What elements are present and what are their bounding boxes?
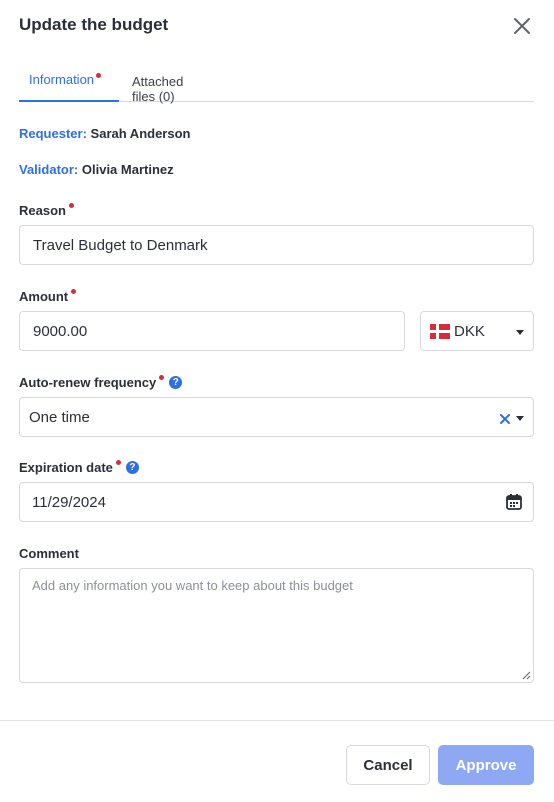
validator-name: Olivia Martinez — [81, 162, 174, 177]
validator-line: Validator: Olivia Martinez — [19, 162, 174, 177]
currency-value: DKK — [454, 323, 485, 340]
required-indicator — [71, 289, 77, 294]
close-icon — [514, 18, 530, 34]
required-indicator — [68, 203, 74, 208]
tab-information-label: Information — [29, 72, 95, 87]
auto-renew-label: Auto-renew frequency ? — [19, 375, 183, 390]
help-icon[interactable]: ? — [125, 461, 139, 474]
approve-button[interactable]: Approve — [438, 745, 534, 785]
tab-information[interactable]: Information — [19, 62, 119, 102]
amount-label-text: Amount — [19, 289, 69, 304]
expiration-label: Expiration date ? — [19, 460, 139, 475]
amount-value: 9000.00 — [33, 323, 88, 340]
chevron-down-icon — [516, 330, 524, 335]
comment-label-text: Comment — [19, 546, 79, 561]
calendar-icon[interactable] — [505, 493, 523, 511]
dialog-title: Update the budget — [19, 15, 169, 34]
tab-error-indicator — [96, 73, 102, 78]
comment-label: Comment — [19, 546, 79, 561]
expiration-value: 11/29/2024 — [32, 494, 106, 511]
auto-renew-value: One time — [29, 409, 90, 426]
required-indicator — [115, 460, 121, 465]
help-icon[interactable]: ? — [169, 376, 183, 389]
validator-key: Validator: — [19, 162, 79, 177]
dialog-header: Update the budget — [19, 14, 534, 38]
amount-label: Amount — [19, 289, 77, 304]
auto-renew-label-text: Auto-renew frequency — [19, 375, 157, 390]
chevron-down-icon[interactable] — [516, 416, 524, 421]
comment-textarea[interactable]: Add any information you want to keep abo… — [19, 568, 534, 683]
comment-placeholder: Add any information you want to keep abo… — [32, 578, 353, 593]
tab-bar: Information Attached files (0) — [19, 62, 534, 104]
amount-input[interactable]: 9000.00 — [19, 311, 405, 351]
currency-select[interactable]: DKK — [420, 311, 534, 351]
expiration-label-text: Expiration date — [19, 460, 113, 475]
expiration-date-input[interactable]: 11/29/2024 — [19, 482, 534, 522]
requester-key: Requester: — [19, 126, 87, 141]
required-indicator — [159, 375, 165, 380]
reason-input[interactable]: Travel Budget to Denmark — [19, 225, 534, 265]
reason-value: Travel Budget to Denmark — [33, 237, 208, 254]
close-button[interactable] — [510, 14, 534, 38]
resize-handle-icon[interactable] — [522, 671, 531, 680]
cancel-button[interactable]: Cancel — [346, 745, 430, 785]
tab-attached-files-label: Attached files (0) — [132, 74, 184, 104]
footer-divider — [0, 720, 554, 721]
denmark-flag-icon — [430, 324, 450, 339]
clear-icon[interactable] — [499, 413, 511, 425]
reason-label-text: Reason — [19, 203, 66, 218]
requester-line: Requester: Sarah Anderson — [19, 126, 190, 141]
auto-renew-select[interactable]: One time — [19, 397, 534, 437]
requester-name: Sarah Anderson — [90, 126, 191, 141]
reason-label: Reason — [19, 203, 74, 218]
